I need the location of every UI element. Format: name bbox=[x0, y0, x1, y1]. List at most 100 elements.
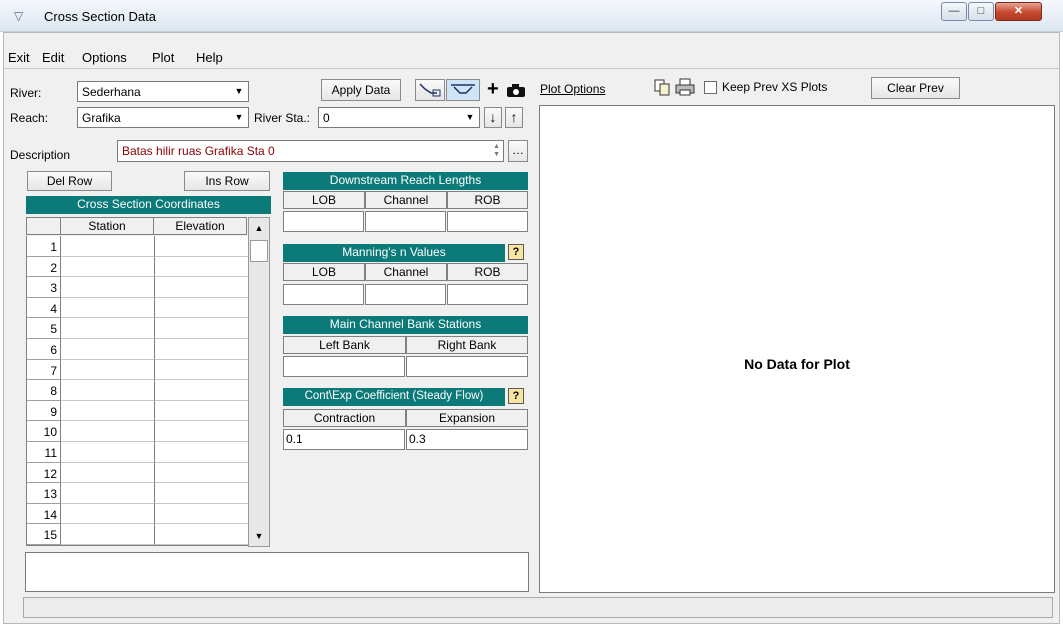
elevation-cell[interactable] bbox=[155, 318, 249, 339]
left-bank-input[interactable] bbox=[283, 356, 405, 377]
coords-table[interactable]: 1 2 3 4 5 6 7 8 9 10 11 12 13 14 15 bbox=[26, 236, 249, 546]
station-cell[interactable] bbox=[61, 483, 155, 504]
minimize-button[interactable]: — bbox=[941, 2, 967, 21]
plot-options-link[interactable]: Plot Options bbox=[540, 82, 605, 96]
elevation-cell[interactable] bbox=[155, 380, 249, 401]
menu-plot[interactable]: Plot bbox=[152, 50, 174, 65]
spinner-icon[interactable]: ▲ ▼ bbox=[493, 143, 500, 159]
station-cell[interactable] bbox=[61, 256, 155, 278]
menu-help[interactable]: Help bbox=[196, 50, 223, 65]
row-number[interactable]: 2 bbox=[27, 256, 61, 278]
row-number[interactable]: 14 bbox=[27, 503, 61, 525]
menu-options[interactable]: Options bbox=[82, 50, 127, 65]
table-row[interactable]: 1 bbox=[27, 236, 249, 257]
elevation-cell[interactable] bbox=[155, 297, 249, 319]
row-number[interactable]: 13 bbox=[27, 483, 61, 504]
table-row[interactable]: 14 bbox=[27, 503, 249, 525]
table-row[interactable]: 5 bbox=[27, 318, 249, 339]
copy-icon[interactable] bbox=[653, 78, 671, 96]
apply-data-button[interactable]: Apply Data bbox=[321, 79, 401, 101]
table-row[interactable]: 9 bbox=[27, 400, 249, 422]
row-number[interactable]: 10 bbox=[27, 421, 61, 442]
row-number[interactable]: 11 bbox=[27, 442, 61, 463]
print-icon[interactable] bbox=[675, 78, 695, 96]
keep-prev-checkbox[interactable] bbox=[704, 81, 717, 94]
station-cell[interactable] bbox=[61, 380, 155, 401]
arrow-down-icon[interactable]: ↓ bbox=[484, 107, 502, 128]
reach-channel-input[interactable] bbox=[365, 211, 446, 232]
elevation-cell[interactable] bbox=[155, 483, 249, 504]
table-row[interactable]: 12 bbox=[27, 462, 249, 484]
row-number[interactable]: 15 bbox=[27, 524, 61, 545]
row-number[interactable]: 5 bbox=[27, 318, 61, 339]
mannings-help-icon[interactable]: ? bbox=[508, 244, 524, 260]
maximize-button[interactable]: □ bbox=[968, 2, 994, 21]
station-cell[interactable] bbox=[61, 462, 155, 484]
xs-edit-tool-button[interactable] bbox=[415, 79, 445, 101]
scroll-up-icon[interactable]: ▲ bbox=[250, 219, 268, 237]
window-menu-icon[interactable]: ▽ bbox=[14, 9, 23, 23]
coef-help-icon[interactable]: ? bbox=[508, 388, 524, 404]
elevation-cell[interactable] bbox=[155, 256, 249, 278]
table-row[interactable]: 7 bbox=[27, 359, 249, 381]
station-cell[interactable] bbox=[61, 359, 155, 381]
table-row[interactable]: 15 bbox=[27, 524, 249, 545]
contraction-input[interactable]: 0.1 bbox=[283, 429, 405, 450]
elevation-cell[interactable] bbox=[155, 359, 249, 381]
elevation-cell[interactable] bbox=[155, 524, 249, 545]
station-cell[interactable] bbox=[61, 236, 155, 257]
table-row[interactable]: 11 bbox=[27, 442, 249, 463]
description-field[interactable]: Batas hilir ruas Grafika Sta 0 ▲ ▼ bbox=[117, 140, 504, 162]
station-cell[interactable] bbox=[61, 318, 155, 339]
ins-row-button[interactable]: Ins Row bbox=[184, 171, 270, 191]
row-number[interactable]: 9 bbox=[27, 400, 61, 422]
table-row[interactable]: 6 bbox=[27, 339, 249, 360]
right-bank-input[interactable] bbox=[406, 356, 528, 377]
station-cell[interactable] bbox=[61, 277, 155, 298]
elevation-cell[interactable] bbox=[155, 421, 249, 442]
menu-edit[interactable]: Edit bbox=[42, 50, 64, 65]
elevation-cell[interactable] bbox=[155, 442, 249, 463]
table-row[interactable]: 4 bbox=[27, 297, 249, 319]
menu-exit[interactable]: Exit bbox=[8, 50, 30, 65]
mannings-lob-input[interactable] bbox=[283, 284, 364, 305]
expansion-input[interactable]: 0.3 bbox=[406, 429, 528, 450]
scroll-thumb[interactable] bbox=[250, 240, 268, 262]
elevation-cell[interactable] bbox=[155, 462, 249, 484]
row-number[interactable]: 8 bbox=[27, 380, 61, 401]
reach-lob-input[interactable] bbox=[283, 211, 364, 232]
table-row[interactable]: 10 bbox=[27, 421, 249, 442]
elevation-cell[interactable] bbox=[155, 277, 249, 298]
xs-view-tool-button[interactable] bbox=[446, 79, 480, 101]
elevation-cell[interactable] bbox=[155, 339, 249, 360]
row-number[interactable]: 3 bbox=[27, 277, 61, 298]
river-select[interactable]: Sederhana ▼ bbox=[77, 81, 249, 102]
coords-scrollbar[interactable]: ▲ ▼ bbox=[248, 217, 270, 547]
elevation-cell[interactable] bbox=[155, 236, 249, 257]
station-cell[interactable] bbox=[61, 297, 155, 319]
station-cell[interactable] bbox=[61, 400, 155, 422]
station-cell[interactable] bbox=[61, 503, 155, 525]
reach-select[interactable]: Grafika ▼ bbox=[77, 107, 249, 128]
station-cell[interactable] bbox=[61, 442, 155, 463]
station-cell[interactable] bbox=[61, 524, 155, 545]
close-button[interactable]: ✕ bbox=[995, 2, 1042, 21]
plus-icon[interactable]: + bbox=[487, 78, 499, 101]
table-row[interactable]: 8 bbox=[27, 380, 249, 401]
row-number[interactable]: 4 bbox=[27, 297, 61, 319]
row-number[interactable]: 12 bbox=[27, 462, 61, 484]
plot-area[interactable]: No Data for Plot bbox=[539, 105, 1055, 593]
description-more-button[interactable]: … bbox=[508, 140, 528, 162]
camera-icon[interactable] bbox=[506, 84, 528, 101]
elevation-cell[interactable] bbox=[155, 400, 249, 422]
table-row[interactable]: 2 bbox=[27, 256, 249, 278]
table-row[interactable]: 13 bbox=[27, 483, 249, 504]
del-row-button[interactable]: Del Row bbox=[27, 171, 112, 191]
station-cell[interactable] bbox=[61, 421, 155, 442]
table-row[interactable]: 3 bbox=[27, 277, 249, 298]
station-cell[interactable] bbox=[61, 339, 155, 360]
mannings-channel-input[interactable] bbox=[365, 284, 446, 305]
clear-prev-button[interactable]: Clear Prev bbox=[871, 77, 960, 99]
arrow-up-icon[interactable]: ↑ bbox=[505, 107, 523, 128]
row-number[interactable]: 1 bbox=[27, 236, 61, 257]
